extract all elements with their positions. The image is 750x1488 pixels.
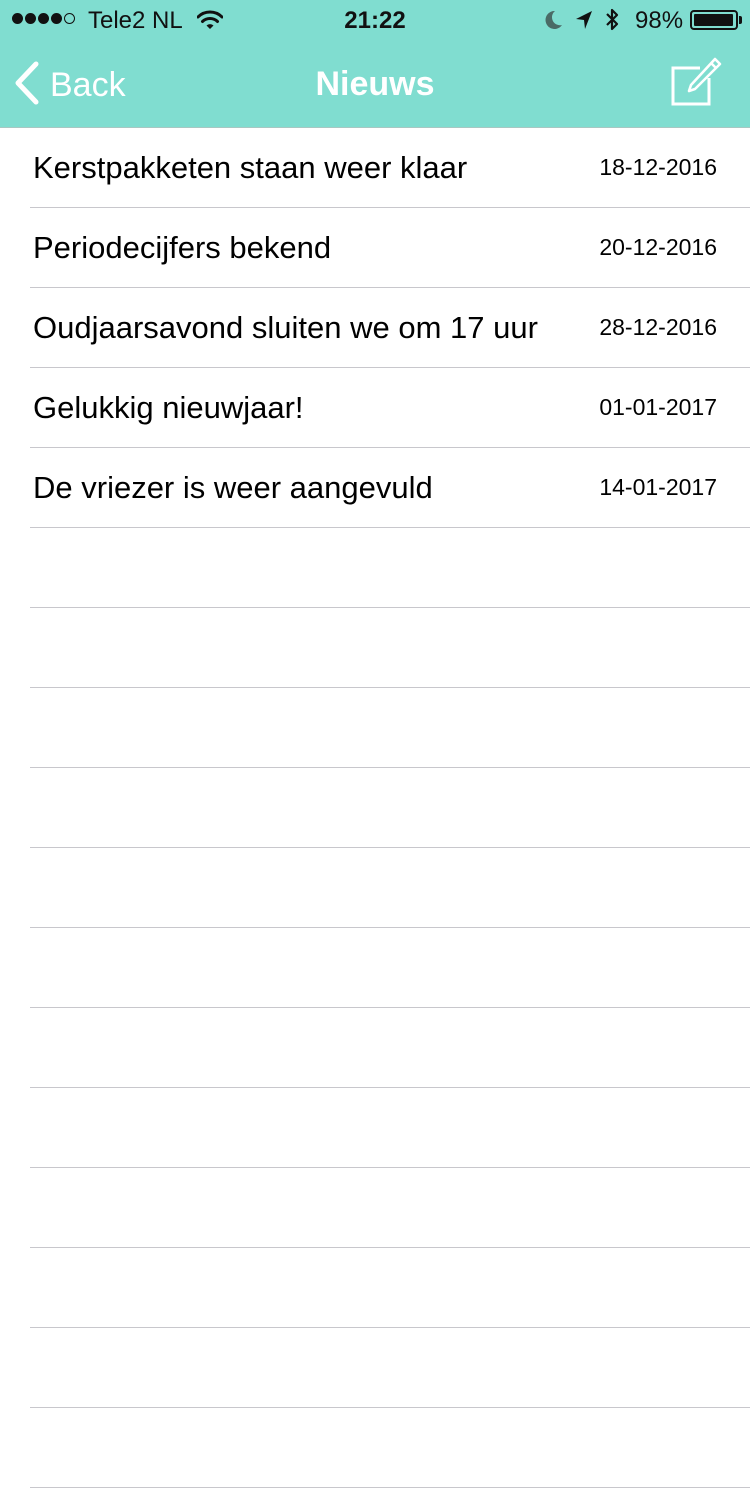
empty-row <box>0 1408 750 1488</box>
news-item-date: 14-01-2017 <box>599 474 717 500</box>
news-item-date: 28-12-2016 <box>599 314 717 340</box>
news-list: Kerstpakketen staan weer klaar 18-12-201… <box>0 128 750 1488</box>
news-item[interactable]: Periodecijfers bekend 20-12-2016 <box>0 208 750 288</box>
empty-row <box>0 688 750 768</box>
empty-row <box>0 1088 750 1168</box>
news-item[interactable]: Gelukkig nieuwjaar! 01-01-2017 <box>0 368 750 448</box>
news-item-title: Gelukkig nieuwjaar! <box>33 390 304 425</box>
back-button-label: Back <box>50 65 126 104</box>
empty-row <box>0 768 750 848</box>
news-item-title: De vriezer is weer aangevuld <box>33 470 433 505</box>
back-button[interactable]: Back <box>14 60 126 110</box>
empty-row <box>0 1328 750 1408</box>
empty-row <box>0 1168 750 1248</box>
news-item-title: Kerstpakketen staan weer klaar <box>33 150 468 185</box>
navigation-bar: Tele2 NL 21:22 98% Back Nieuws <box>0 0 750 128</box>
news-item-title: Oudjaarsavond sluiten we om 17 uur <box>33 310 538 345</box>
compose-icon <box>668 57 724 114</box>
news-item[interactable]: Kerstpakketen staan weer klaar 18-12-201… <box>0 128 750 208</box>
location-arrow-icon <box>574 9 594 38</box>
empty-row <box>0 928 750 1008</box>
news-item-date: 18-12-2016 <box>599 154 717 180</box>
battery-nub <box>739 16 742 24</box>
battery-percentage: 98% <box>635 7 684 34</box>
empty-row <box>0 1248 750 1328</box>
news-item-title: Periodecijfers bekend <box>33 230 332 265</box>
battery-fill <box>694 14 734 26</box>
bluetooth-icon <box>604 7 620 40</box>
empty-row <box>0 1008 750 1088</box>
moon-icon <box>543 9 563 38</box>
empty-row <box>0 608 750 688</box>
empty-row <box>0 528 750 608</box>
status-bar: Tele2 NL 21:22 98% <box>0 0 750 40</box>
empty-row <box>0 848 750 928</box>
news-item-date: 20-12-2016 <box>599 234 717 260</box>
chevron-left-icon <box>14 61 40 110</box>
news-item[interactable]: De vriezer is weer aangevuld 14-01-2017 <box>0 448 750 528</box>
compose-button[interactable] <box>668 56 724 110</box>
news-item-date: 01-01-2017 <box>599 394 717 420</box>
news-item[interactable]: Oudjaarsavond sluiten we om 17 uur 28-12… <box>0 288 750 368</box>
battery-icon <box>690 10 738 30</box>
